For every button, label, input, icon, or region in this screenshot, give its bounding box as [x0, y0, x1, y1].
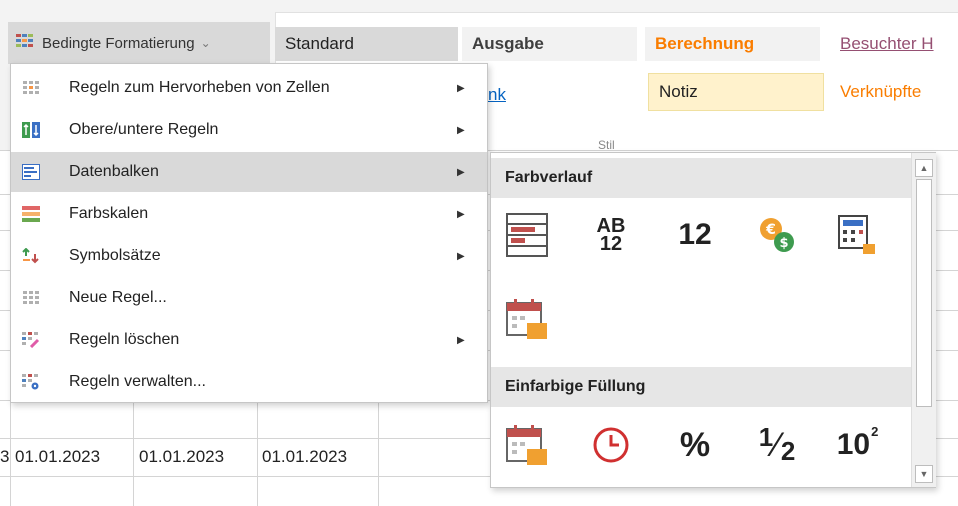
style-ausgabe[interactable]: Ausgabe [462, 27, 637, 61]
scientific-exponent: 2 [871, 423, 879, 439]
icon-sets-icon [21, 246, 41, 266]
new-rule-icon [21, 288, 41, 308]
style-berechnung[interactable]: Berechnung [645, 27, 820, 61]
submenu-arrow-icon: ▶ [457, 334, 465, 346]
clock-icon[interactable] [587, 421, 635, 469]
percent-icon[interactable]: % [671, 421, 719, 469]
submenu-arrow-icon: ▶ [457, 82, 465, 94]
submenu-arrow-icon: ▶ [457, 124, 465, 136]
conditional-formatting-label: Bedingte Formatierung [42, 34, 195, 52]
fraction-numerator: 1 [758, 421, 774, 452]
fraction-denominator: 2 [780, 435, 796, 466]
menu-item-label: Regeln zum Hervorheben von Zellen [69, 79, 330, 96]
grid-line [378, 400, 379, 506]
menu-item-manage-rules[interactable]: Regeln verwalten... [11, 362, 487, 402]
calculator-icon[interactable] [833, 211, 881, 259]
top-bottom-icon [21, 120, 41, 140]
conditional-formatting-button[interactable]: Bedingte Formatierung ⌄ [8, 22, 270, 64]
gradient-fill-header: Farbverlauf [491, 158, 911, 198]
fraction-slash: ⁄ [774, 425, 780, 464]
number-label: 12 [678, 218, 712, 251]
menu-item-label: Datenbalken [69, 163, 159, 180]
ab-number-label: 12 [599, 233, 623, 255]
cell-date-1[interactable]: 01.01.2023 [15, 438, 100, 476]
menu-item-data-bars[interactable]: Datenbalken ▶ [11, 152, 487, 192]
style-standard[interactable]: Standard [275, 27, 458, 61]
scientific-base: 10 [836, 428, 871, 461]
style-verknuepfte-zelle[interactable]: Verknüpfte [832, 73, 958, 111]
scroll-up-icon[interactable]: ▲ [915, 159, 933, 177]
data-bar-icon[interactable] [503, 211, 551, 259]
calendar-icon[interactable] [503, 295, 551, 343]
text-ab12-icon[interactable]: AB 12 [587, 211, 635, 259]
number-12-icon[interactable]: 12 [671, 211, 719, 259]
submenu-arrow-icon: ▶ [457, 166, 465, 178]
calendar-solid-icon[interactable] [503, 421, 551, 469]
submenu-scrollbar[interactable]: ▲ ▼ [911, 153, 936, 487]
menu-item-label: Symbolsätze [69, 247, 161, 264]
submenu-arrow-icon: ▶ [457, 208, 465, 220]
menu-item-label: Farbskalen [69, 205, 149, 222]
menu-item-label: Regeln verwalten... [69, 373, 206, 390]
percent-label: % [679, 425, 711, 464]
data-bars-icon [21, 162, 41, 182]
chevron-down-icon: ⌄ [200, 36, 211, 50]
manage-rules-icon [21, 372, 41, 392]
grid-line [257, 400, 258, 506]
conditional-formatting-icon [16, 34, 34, 52]
submenu-arrow-icon: ▶ [457, 250, 465, 262]
highlight-cells-icon [21, 78, 41, 98]
menu-item-top-bottom[interactable]: Obere/untere Regeln ▶ [11, 110, 487, 150]
cell-date-2[interactable]: 01.01.2023 [139, 438, 224, 476]
currency-icon[interactable]: € $ [753, 211, 801, 259]
menu-item-label: Obere/untere Regeln [69, 121, 219, 138]
data-bars-submenu: Farbverlauf AB 12 12 € $ Einfarbige Füllu… [490, 152, 936, 488]
scroll-down-icon[interactable]: ▼ [915, 465, 933, 483]
svg-text:$: $ [779, 236, 788, 251]
clear-rules-icon [21, 330, 41, 350]
style-notiz[interactable]: Notiz [648, 73, 824, 111]
fraction-icon[interactable]: 1 ⁄ 2 [753, 421, 801, 469]
menu-item-clear-rules[interactable]: Regeln löschen ▶ [11, 320, 487, 360]
cell-fragment[interactable]: 3 [0, 438, 9, 476]
grid-line [10, 400, 11, 506]
menu-item-color-scales[interactable]: Farbskalen ▶ [11, 194, 487, 234]
scrollbar-thumb[interactable] [916, 179, 932, 407]
style-besuchter-hyperlink[interactable]: Besuchter H [832, 27, 958, 61]
menu-item-label: Neue Regel... [69, 289, 167, 306]
menu-item-label: Regeln löschen [69, 331, 180, 348]
svg-text:€: € [765, 222, 776, 238]
scientific-icon[interactable]: 10 2 [833, 421, 881, 469]
cell-date-3[interactable]: 01.01.2023 [262, 438, 347, 476]
menu-item-icon-sets[interactable]: Symbolsätze ▶ [11, 236, 487, 276]
color-scales-icon [21, 204, 41, 224]
menu-item-new-rule[interactable]: Neue Regel... [11, 278, 487, 318]
menu-item-highlight-cells[interactable]: Regeln zum Hervorheben von Zellen ▶ [11, 68, 487, 108]
solid-fill-header: Einfarbige Füllung [491, 367, 911, 407]
grid-line [133, 400, 134, 506]
style-link[interactable]: nk [486, 78, 566, 112]
conditional-formatting-menu: Regeln zum Hervorheben von Zellen ▶ Ober… [10, 63, 488, 403]
